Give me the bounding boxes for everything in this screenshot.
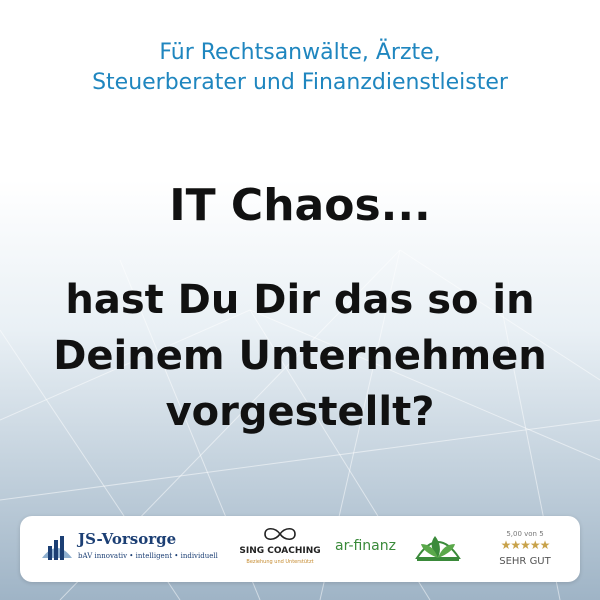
bar-chart-icon bbox=[42, 536, 72, 560]
infinity-icon bbox=[264, 527, 296, 541]
leaf-icon bbox=[415, 536, 461, 561]
rating-badge: 5,00 von 5 ★★★★★ SEHR GUT bbox=[485, 516, 565, 582]
star-rating-icon: ★★★★★ bbox=[500, 538, 551, 552]
sing-coaching-logo: SING COACHING Beziehung und Unterstützt bbox=[225, 516, 335, 582]
rating-label: SEHR GUT bbox=[499, 556, 551, 567]
ar-finanz-logo: ar-finanz bbox=[335, 516, 470, 582]
target-audience-subtitle: Für Rechtsanwälte, Ärzte, Steuerberater … bbox=[0, 38, 600, 98]
question-line-1: hast Du Dir das so in bbox=[65, 277, 535, 323]
partner-logo-bar: JS-Vorsorge bAV innovativ • intelligent … bbox=[20, 516, 580, 582]
js-vorsorge-name: JS-Vorsorge bbox=[78, 530, 177, 548]
question-line-3: vorgestellt? bbox=[165, 389, 435, 435]
sing-coaching-name: SING COACHING bbox=[239, 546, 321, 556]
rating-score: 5,00 von 5 bbox=[506, 530, 544, 538]
ar-finanz-name: ar-finanz bbox=[335, 538, 396, 554]
headline: IT Chaos... bbox=[169, 180, 431, 231]
question-text: hast Du Dir das so in Deinem Unternehmen… bbox=[20, 272, 580, 440]
js-vorsorge-tagline: bAV innovativ • intelligent • individuel… bbox=[78, 552, 218, 560]
subtitle-line-2: Steuerberater und Finanzdienstleister bbox=[92, 70, 508, 95]
sing-coaching-tagline: Beziehung und Unterstützt bbox=[246, 559, 314, 565]
question-line-2: Deinem Unternehmen bbox=[53, 333, 547, 379]
js-vorsorge-logo: JS-Vorsorge bAV innovativ • intelligent … bbox=[38, 516, 218, 582]
subtitle-line-1: Für Rechtsanwälte, Ärzte, bbox=[159, 40, 441, 65]
